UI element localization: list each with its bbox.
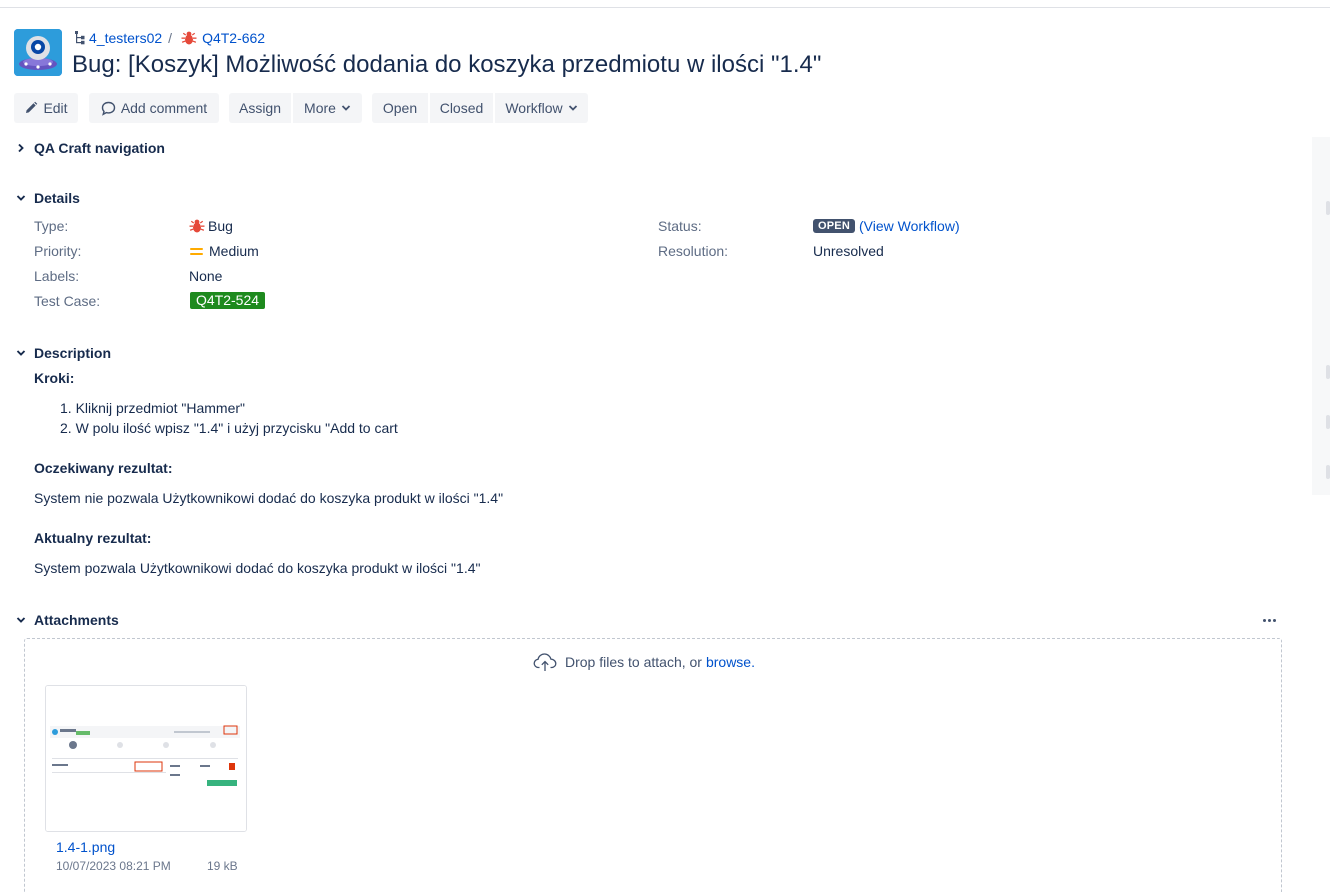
add-comment-button[interactable]: Add comment bbox=[89, 93, 219, 123]
attachment-thumbnail[interactable] bbox=[45, 685, 247, 832]
type-label: Type: bbox=[34, 218, 69, 234]
status-lozenge: OPEN bbox=[813, 219, 855, 233]
more-button[interactable]: More bbox=[293, 93, 362, 123]
attachment-date: 10/07/2023 08:21 PM bbox=[56, 859, 171, 873]
qa-craft-nav-heading: QA Craft navigation bbox=[34, 140, 165, 156]
drop-files-message: Drop files to attach, or browse. bbox=[533, 652, 755, 672]
details-heading: Details bbox=[34, 190, 80, 206]
expected-result-heading: Oczekiwany rezultat: bbox=[34, 460, 173, 476]
panel-handle[interactable] bbox=[1326, 365, 1330, 379]
breadcrumb-project-link[interactable]: 4_testers02 bbox=[89, 30, 162, 46]
issue-title: Bug: [Koszyk] Możliwość dodania do koszy… bbox=[72, 51, 822, 78]
add-comment-button-label: Add comment bbox=[120, 100, 208, 116]
closed-transition-label: Closed bbox=[439, 100, 484, 116]
chevron-down-icon bbox=[568, 105, 577, 111]
chevron-down-icon bbox=[14, 614, 27, 627]
breadcrumb-separator: / bbox=[168, 30, 173, 46]
priority-value-text: Medium bbox=[209, 243, 259, 259]
test-case-label: Test Case: bbox=[34, 293, 101, 309]
comment-icon bbox=[101, 101, 116, 116]
chevron-down-icon bbox=[14, 347, 27, 360]
top-divider bbox=[0, 0, 1330, 8]
edit-button[interactable]: Edit bbox=[14, 93, 78, 123]
edit-button-label: Edit bbox=[43, 100, 68, 116]
attachment-size: 19 kB bbox=[207, 859, 238, 873]
attachments-heading: Attachments bbox=[34, 612, 119, 628]
more-button-label: More bbox=[304, 100, 336, 116]
attachments-toggle[interactable]: Attachments bbox=[14, 610, 119, 630]
bug-icon bbox=[181, 31, 197, 45]
open-transition-label: Open bbox=[382, 100, 418, 116]
test-case-value: Q4T2-524 bbox=[190, 292, 266, 309]
drop-files-text: Drop files to attach, or bbox=[565, 654, 702, 670]
breadcrumb: 4_testers02 / Q4T2-662 bbox=[74, 29, 265, 47]
panel-handle[interactable] bbox=[1326, 415, 1330, 429]
resolution-label: Resolution: bbox=[658, 243, 729, 259]
more-dots-icon bbox=[1267, 618, 1271, 622]
labels-value: None bbox=[189, 268, 223, 284]
type-value: Bug bbox=[189, 218, 233, 234]
description-heading: Description bbox=[34, 345, 112, 361]
project-avatar[interactable] bbox=[14, 29, 62, 76]
panel-handle[interactable] bbox=[1326, 465, 1330, 479]
more-dots-icon bbox=[1272, 618, 1276, 622]
priority-medium-icon bbox=[190, 247, 203, 255]
type-value-text: Bug bbox=[208, 218, 233, 234]
status-label: Status: bbox=[658, 218, 702, 234]
project-tree-icon bbox=[75, 31, 85, 45]
browse-link[interactable]: browse. bbox=[706, 654, 755, 670]
more-dots-icon bbox=[1262, 618, 1266, 622]
panel-handle[interactable] bbox=[1326, 201, 1330, 215]
chevron-down-icon bbox=[341, 105, 351, 111]
attachments-options-button[interactable] bbox=[1259, 612, 1279, 628]
cloud-upload-icon bbox=[533, 653, 557, 671]
priority-label: Priority: bbox=[34, 243, 82, 259]
actual-result-text: System pozwala Użytkownikowi dodać do ko… bbox=[34, 560, 481, 576]
step-1: 1. Kliknij przedmiot "Hammer" bbox=[60, 400, 245, 416]
open-transition-button[interactable]: Open bbox=[372, 93, 428, 123]
priority-value: Medium bbox=[189, 243, 259, 259]
breadcrumb-issue-link[interactable]: Q4T2-662 bbox=[202, 30, 265, 46]
qa-craft-nav-toggle[interactable]: QA Craft navigation bbox=[14, 138, 165, 158]
chevron-down-icon bbox=[14, 192, 27, 205]
steps-heading: Kroki: bbox=[34, 370, 75, 386]
ufo-robot-icon bbox=[14, 29, 62, 76]
assign-button-label: Assign bbox=[238, 100, 282, 116]
attachment-file-name[interactable]: 1.4-1.png bbox=[56, 839, 115, 855]
screenshot-preview-image bbox=[46, 686, 246, 831]
workflow-button-label: Workflow bbox=[505, 100, 563, 116]
labels-label: Labels: bbox=[34, 268, 80, 284]
expected-result-text: System nie pozwala Użytkownikowi dodać d… bbox=[34, 490, 504, 506]
closed-transition-button[interactable]: Closed bbox=[430, 93, 493, 123]
details-toggle[interactable]: Details bbox=[14, 188, 80, 208]
assign-button[interactable]: Assign bbox=[229, 93, 291, 123]
view-workflow-close-paren: ) bbox=[954, 218, 960, 234]
actual-result-heading: Aktualny rezultat: bbox=[34, 530, 152, 546]
chevron-right-icon bbox=[14, 142, 27, 155]
resolution-value: Unresolved bbox=[813, 243, 884, 259]
status-value: OPEN (View Workflow) bbox=[813, 218, 960, 234]
bug-icon bbox=[189, 219, 205, 233]
view-workflow-link[interactable]: View Workflow bbox=[864, 218, 955, 234]
description-toggle[interactable]: Description bbox=[14, 343, 111, 363]
test-case-badge-link[interactable]: Q4T2-524 bbox=[190, 292, 266, 309]
step-2: 2. W polu ilość wpisz "1.4" i użyj przyc… bbox=[60, 420, 398, 436]
pencil-icon bbox=[26, 101, 38, 113]
right-side-panel bbox=[1312, 137, 1330, 495]
workflow-button[interactable]: Workflow bbox=[495, 93, 588, 123]
